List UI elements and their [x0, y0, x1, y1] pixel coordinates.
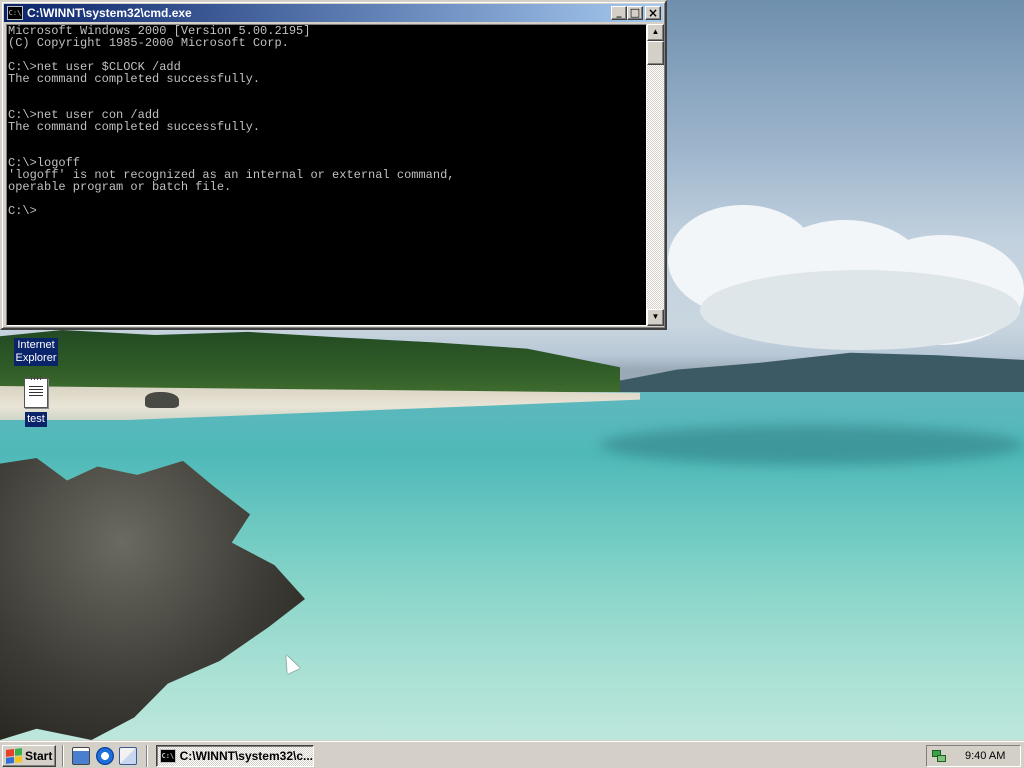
show-desktop-icon[interactable] — [72, 747, 90, 765]
small-rock — [145, 392, 179, 408]
scroll-thumb[interactable] — [647, 41, 664, 65]
system-tray: 9:40 AM — [926, 745, 1021, 767]
maximize-button[interactable]: □ — [627, 6, 643, 20]
text-document-icon — [24, 376, 48, 408]
deep-water — [600, 425, 1024, 465]
scroll-up-button[interactable]: ▲ — [647, 24, 664, 41]
taskbar-button-label: C:\WINNT\system32\c... — [179, 749, 313, 763]
scroll-down-button[interactable]: ▼ — [647, 309, 664, 326]
taskbar-button-cmd[interactable]: C:\ C:\WINNT\system32\c... — [156, 745, 314, 767]
console-line: operable program or batch file. — [8, 180, 232, 194]
cmd-icon: C:\ — [160, 749, 176, 763]
network-icon[interactable] — [931, 748, 947, 764]
start-label: Start — [25, 749, 53, 763]
desktop-icon-label: Internet Explorer — [13, 338, 59, 366]
distant-hills — [590, 352, 1024, 396]
cloud — [700, 270, 1020, 350]
console-line: The command completed successfully. — [8, 120, 261, 134]
cmd-icon[interactable]: C:\ — [7, 6, 23, 20]
taskbar[interactable]: Start C:\ C:\WINNT\system32\c... 9:40 AM — [0, 740, 1024, 768]
palm-trees — [0, 330, 620, 392]
start-button[interactable]: Start — [2, 745, 56, 767]
minimize-button[interactable]: _ — [611, 6, 627, 20]
title-bar[interactable]: C:\ C:\WINNT\system32\cmd.exe _ □ × — [4, 4, 663, 22]
vertical-scrollbar[interactable]: ▲ ▼ — [647, 24, 664, 326]
clock[interactable]: 9:40 AM — [965, 750, 1005, 762]
desktop-icon-internet-explorer[interactable]: Internet Explorer — [6, 338, 66, 366]
console-line: C:\> — [8, 204, 37, 218]
desktop-icon-test[interactable]: test — [6, 376, 66, 427]
console-line: (C) Copyright 1985-2000 Microsoft Corp. — [8, 36, 289, 50]
close-button[interactable]: × — [645, 6, 661, 20]
windows-logo-icon — [6, 748, 22, 764]
console-output[interactable]: Microsoft Windows 2000 [Version 5.00.219… — [6, 24, 647, 326]
outlook-express-icon[interactable] — [119, 747, 137, 765]
internet-explorer-icon[interactable] — [96, 747, 114, 765]
taskbar-separator — [146, 745, 148, 767]
desktop-icon-label: test — [25, 412, 47, 427]
taskbar-separator — [62, 745, 64, 767]
cmd-window[interactable]: C:\ C:\WINNT\system32\cmd.exe _ □ × Micr… — [0, 0, 667, 330]
window-title: C:\WINNT\system32\cmd.exe — [27, 6, 192, 20]
console-line: The command completed successfully. — [8, 72, 261, 86]
